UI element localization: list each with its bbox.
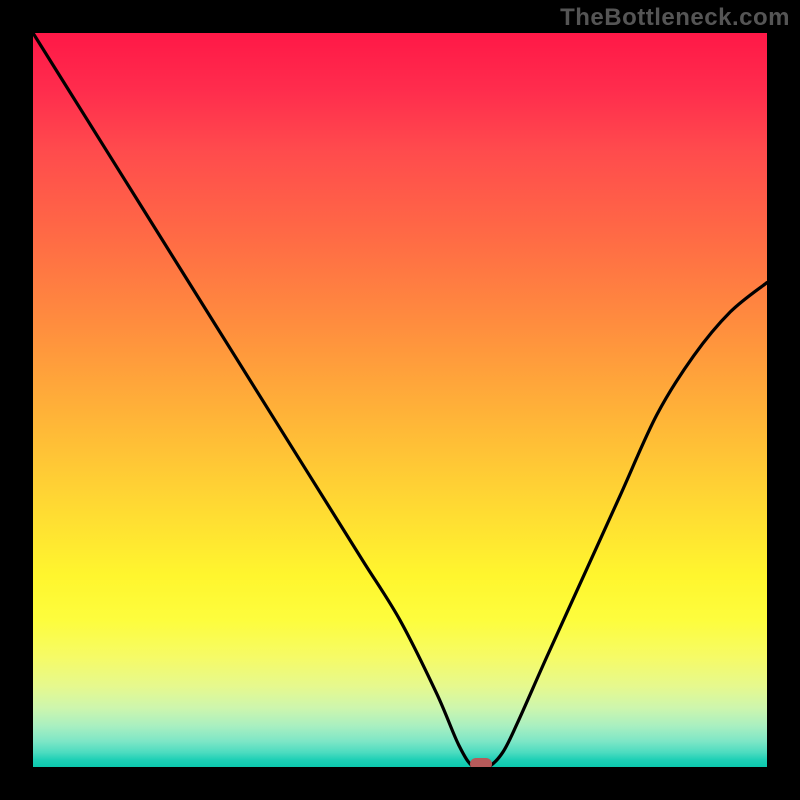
chart-frame: TheBottleneck.com xyxy=(0,0,800,800)
bottleneck-curve xyxy=(33,33,767,767)
curve-path xyxy=(33,33,767,767)
plot-area xyxy=(33,33,767,767)
minimum-marker xyxy=(470,758,492,767)
watermark-text: TheBottleneck.com xyxy=(560,4,790,32)
